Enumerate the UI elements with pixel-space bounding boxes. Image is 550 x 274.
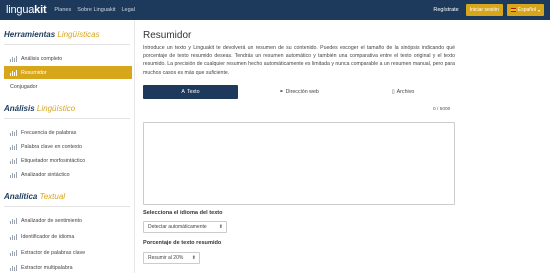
font-icon: A [181,89,185,95]
language-select-value: Detectar automáticamente [148,224,207,230]
sidebar-item-label: Etiquetador morfosintáctico [21,157,86,164]
nav-actions: Regístrate Iniciar sesión Español ▾ [433,4,544,16]
text-input-area[interactable] [143,122,455,205]
language-select[interactable]: Detectar automáticamente ⬍ [143,221,227,233]
chart-bars-icon [10,264,17,271]
nav-link-about[interactable]: Sobre Linguakit [77,7,115,13]
language-select-label: Selecciona el idioma del texto [143,210,223,216]
section-accent: Lingüístico [36,104,76,113]
top-navbar: lingua kit Planes Sobre Linguakit Legal R… [0,0,550,20]
sidebar-item-label: Palabra clave en contexto [21,143,82,150]
chart-bars-icon [10,129,17,136]
sidebar-item-label: Analizador de sentimiento [21,217,82,224]
brand-part-2: kit [34,4,47,16]
section-accent: Lingüísticas [57,30,100,39]
sidebar-item-etiquetador[interactable]: Etiquetador morfosintáctico [4,154,132,167]
section-heading-herramientas: Herramientas Lingüísticas [0,30,100,39]
sidebar-item-label: Análisis completo [21,55,63,62]
sidebar-item-label: Extractor multipalabra [21,264,73,271]
caret-down-icon: ▾ [537,7,540,13]
sidebar-item-conjugador[interactable]: Conjugador [4,80,132,93]
divider [4,206,130,207]
sidebar-item-label: Identificador de idioma [21,233,75,240]
section-accent: Textual [39,192,66,201]
nav-link-planes[interactable]: Planes [54,7,71,13]
link-icon: ⚭ [279,89,284,95]
tab-label: Dirección web [285,89,319,95]
chart-bars-icon [10,171,17,178]
section-title: Análisis [4,104,35,113]
main-content: Resumidor Introduce un texto y Linguakit… [143,20,543,273]
sidebar-item-multipalabra[interactable]: Extractor multipalabra [4,261,132,274]
caret-down-icon: ⬍ [218,224,223,230]
section-title: Analítica [4,192,38,201]
tab-label: Archivo [396,89,415,95]
char-counter: 0 / 5000 [433,107,451,112]
sidebar-item-label: Conjugador [10,83,38,90]
percent-select[interactable]: Resumir al 20% ⬍ [143,252,200,264]
sidebar-item-resumidor[interactable]: Resumidor [4,66,132,79]
tab-label: Texto [186,89,200,95]
login-button[interactable]: Iniciar sesión [465,4,503,16]
tab-texto[interactable]: A Texto [143,85,238,99]
chart-bars-icon [10,69,17,76]
sidebar-item-sentimiento[interactable]: Analizador de sentimiento [4,214,132,227]
input-tabs: A Texto ⚭ Dirección web ▯ Archivo [143,85,455,99]
sidebar-item-analizador-sintactico[interactable]: Analizador sintáctico [4,168,132,181]
percent-select-label: Porcentaje de texto resumido [143,240,222,246]
section-heading-analisis: Análisis Lingüístico [0,104,75,113]
file-icon: ▯ [391,89,395,95]
linguakit-logo[interactable]: lingua kit [6,4,47,16]
sidebar-item-label: Extractor de palabras clave [21,249,86,256]
language-label: Español [517,7,536,13]
section-title: Herramientas [4,30,56,39]
spain-flag-icon [510,8,516,12]
caret-down-icon: ⬍ [191,255,196,261]
sidebar-item-idioma[interactable]: Identificador de idioma [4,230,132,243]
percent-select-value: Resumir al 20% [148,255,184,261]
language-dropdown[interactable]: Español ▾ [506,4,544,16]
register-link[interactable]: Regístrate [433,7,458,13]
sidebar-item-label: Analizador sintáctico [21,171,70,178]
section-heading-analitica: Analítica Textual [0,192,65,201]
sidebar-item-label: Resumidor [21,69,47,76]
chart-bars-icon [10,55,17,62]
tab-archivo[interactable]: ▯ Archivo [351,85,455,99]
chart-bars-icon [10,143,17,150]
nav-links: Planes Sobre Linguakit Legal [54,7,135,13]
divider [4,44,130,45]
intro-text: Introduce un texto y Linguakit te devolv… [143,45,455,76]
sidebar-item-palabra-clave-contexto[interactable]: Palabra clave en contexto [4,140,132,153]
brand-part-1: lingua [6,4,35,16]
tab-direccion-web[interactable]: ⚭ Dirección web [247,85,351,99]
chart-bars-icon [10,233,17,240]
tools-sidebar: Herramientas Lingüísticas Análisis compl… [0,20,135,273]
sidebar-item-palabras-clave[interactable]: Extractor de palabras clave [4,246,132,259]
chart-bars-icon [10,249,17,256]
chart-bars-icon [10,157,17,164]
sidebar-item-frecuencia[interactable]: Frecuencia de palabras [4,126,132,139]
page-title: Resumidor [143,30,192,41]
chart-bars-icon [10,217,17,224]
nav-link-legal[interactable]: Legal [121,7,134,13]
sidebar-item-label: Frecuencia de palabras [21,129,77,136]
sidebar-item-analisis-completo[interactable]: Análisis completo [4,52,132,65]
divider [4,118,130,119]
